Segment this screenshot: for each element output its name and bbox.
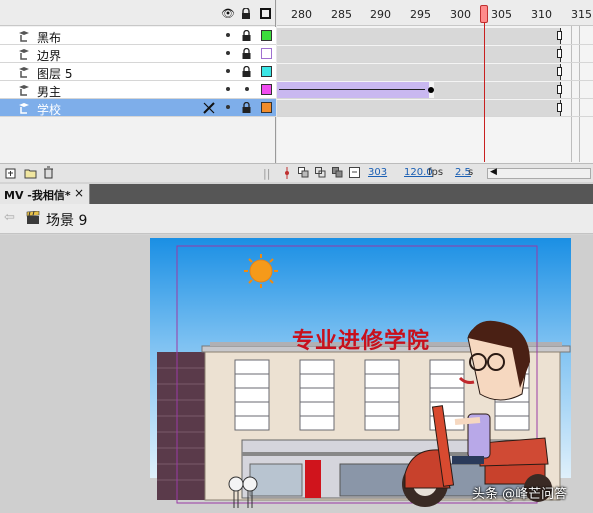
watermark-text: 头条 @峰芒问答 (472, 487, 568, 502)
frame-number: 310 (531, 8, 552, 21)
lock-icon[interactable] (242, 30, 251, 41)
lock-icon[interactable] (242, 66, 251, 77)
playhead[interactable] (480, 5, 488, 23)
elapsed-time-unit: s (468, 167, 474, 178)
frame-number: 315 (571, 8, 592, 21)
layer-row-nanzhu[interactable]: 男主 (0, 81, 276, 99)
lock-icon[interactable] (242, 48, 251, 59)
frame-number: 300 (450, 8, 471, 21)
document-tab[interactable]: MV -我相信* × (0, 184, 90, 204)
frame-ruler[interactable]: 280 285 290 295 300 305 310 315 (277, 0, 593, 26)
frame-row[interactable] (277, 99, 593, 117)
center-frame-icon[interactable] (283, 167, 291, 179)
layer-outline-box[interactable] (261, 48, 272, 59)
layer-row-bianjie[interactable]: 边界 (0, 45, 276, 63)
new-layer-icon[interactable] (5, 167, 17, 179)
visibility-dot[interactable] (226, 51, 230, 55)
unlocked-dot[interactable] (245, 87, 249, 91)
pencil-crossed-icon (203, 102, 215, 114)
layer-panel: 👁 黑布 边界 图层 5 男主 学校 (0, 0, 276, 182)
frame-number: 305 (491, 8, 512, 21)
frame-row[interactable] (277, 45, 593, 63)
layer-color-box[interactable] (261, 30, 272, 41)
layer-page-icon (19, 49, 29, 60)
eye-icon[interactable]: 👁 (221, 8, 235, 19)
frame-row[interactable] (277, 63, 593, 81)
dark-building[interactable] (157, 352, 205, 500)
layer-row-layer5[interactable]: 图层 5 (0, 63, 276, 81)
tween-row[interactable] (277, 81, 593, 99)
edit-multiple-frames-icon[interactable] (332, 167, 343, 178)
lock-icon[interactable] (242, 102, 251, 113)
layer-row-xuexiao[interactable]: 学校 (0, 99, 276, 117)
layer-page-icon (19, 85, 29, 96)
onion-outline-icon[interactable] (315, 167, 326, 178)
layer-page-icon (19, 67, 29, 78)
playhead-line (484, 22, 485, 162)
timeline-panel: 👁 黑布 边界 图层 5 男主 学校 280 285 290 295 300 3… (0, 0, 593, 182)
stage-artwork (157, 245, 571, 508)
scroll-left-arrow-icon[interactable]: ◀ (490, 167, 497, 177)
current-frame[interactable]: 303 (368, 167, 387, 178)
layer-name: 边界 (37, 49, 62, 63)
back-arrow-icon[interactable]: ⇦ (4, 210, 15, 225)
layer-name: 黑布 (37, 31, 62, 45)
timeline-footer: || 303 120.0 fps 2.5 s ◀ (0, 163, 593, 182)
close-icon[interactable]: × (74, 186, 84, 200)
frame-number: 280 (291, 8, 312, 21)
layer-page-icon (19, 31, 29, 42)
frame-number: 295 (410, 8, 431, 21)
new-folder-icon[interactable] (24, 167, 37, 179)
frame-area[interactable]: 280 285 290 295 300 305 310 315 (277, 0, 593, 182)
layer-row-heibu[interactable]: 黑布 (0, 27, 276, 45)
layer-page-icon (19, 103, 29, 114)
layer-header: 👁 (0, 0, 275, 26)
trash-icon[interactable] (43, 166, 54, 179)
outline-icon[interactable] (260, 8, 271, 19)
tween-arrow (279, 89, 425, 90)
document-tab-bar: MV -我相信* × (0, 184, 593, 204)
frame-row[interactable] (277, 27, 593, 45)
layer-name: 学校 (37, 103, 62, 117)
layer-color-box[interactable] (261, 66, 272, 77)
school-banner-text[interactable]: 专业进修学院 (292, 323, 430, 355)
scene-clapper-icon (26, 211, 40, 224)
timeline-scrollbar[interactable]: ◀ (487, 167, 591, 179)
lock-icon[interactable] (241, 8, 251, 19)
layer-name: 图层 5 (37, 67, 73, 81)
layer-color-box[interactable] (261, 84, 272, 95)
frame-rate-unit: fps (428, 167, 444, 178)
frame-number: 290 (370, 8, 391, 21)
layer-name: 男主 (37, 85, 62, 99)
scene-label[interactable]: 场景 9 (46, 210, 87, 230)
sun[interactable] (244, 254, 278, 288)
document-tab-label: MV -我相信* (4, 189, 71, 202)
scroll-to-playhead-icon[interactable]: || (263, 167, 270, 180)
onion-skin-icon[interactable] (298, 167, 309, 178)
edit-bar: ⇦ 场景 9 (0, 204, 593, 234)
visibility-dot[interactable] (226, 69, 230, 73)
visibility-dot[interactable] (226, 87, 230, 91)
layer-color-box[interactable] (261, 102, 272, 113)
modify-markers-icon[interactable] (349, 167, 360, 178)
frame-number: 285 (331, 8, 352, 21)
visibility-dot[interactable] (226, 105, 230, 109)
visibility-dot[interactable] (226, 33, 230, 37)
